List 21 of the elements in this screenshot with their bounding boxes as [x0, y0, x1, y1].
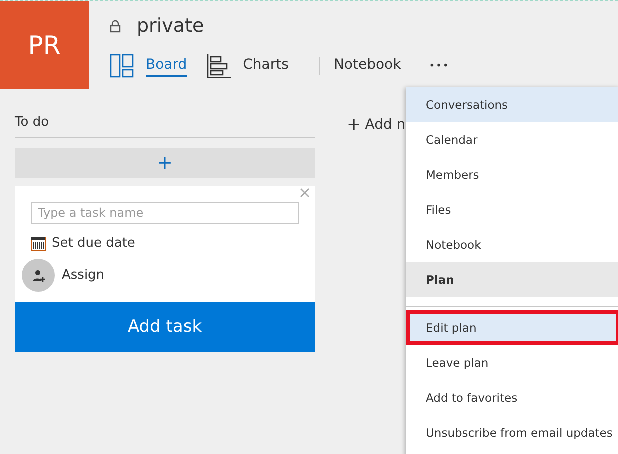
close-icon[interactable] [300, 188, 310, 198]
task-name-field[interactable]: Type a task name [31, 202, 299, 224]
chart-icon [207, 54, 232, 78]
add-task-button[interactable]: Add task [15, 302, 315, 352]
tab[interactable]: Board [146, 55, 198, 77]
menu-item[interactable]: Conversations [406, 87, 618, 122]
more-button[interactable]: ••• [429, 60, 450, 72]
tab[interactable]: Charts [243, 55, 299, 77]
menu-section-header: Plan [406, 262, 618, 297]
add-task-bar[interactable]: + [15, 148, 315, 178]
plan-title: private [137, 15, 204, 37]
calendar-icon [31, 236, 46, 250]
menu-item[interactable]: Edit plan [406, 310, 618, 345]
bucket-title: To do [15, 115, 315, 138]
tab[interactable]: Notebook [334, 55, 412, 77]
add-bucket-link[interactable]: + Add n [347, 115, 406, 135]
due-date-button[interactable]: Set due date [31, 236, 136, 251]
board-icon [110, 54, 134, 78]
add-person-icon [32, 268, 46, 282]
assign-button[interactable]: Assign [22, 259, 105, 292]
group-logo: PR [0, 1, 89, 89]
